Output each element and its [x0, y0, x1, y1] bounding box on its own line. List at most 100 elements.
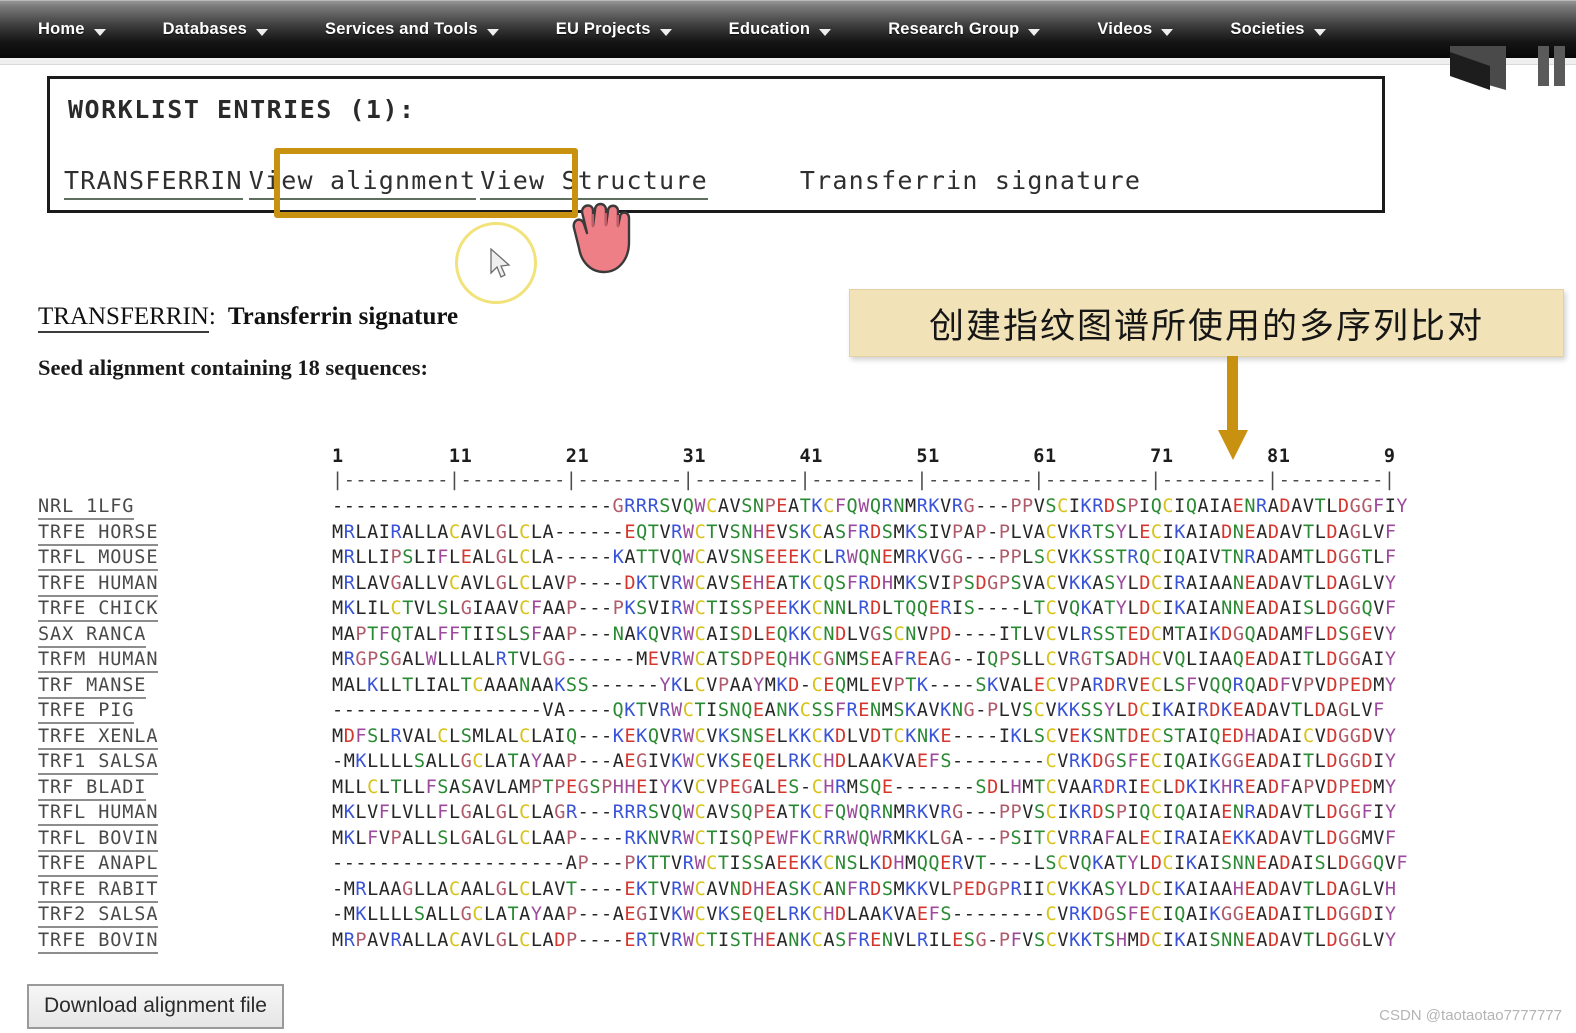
alignment-sequence-residues: MRLAIRALLACAVLGLCLA------EQTVRWCTVSNHEVS… — [332, 521, 1397, 543]
alignment-sequence-name[interactable]: TRFE PIG — [38, 700, 135, 724]
alignment-sequence-name[interactable]: TRFL BOVIN — [38, 828, 159, 852]
alignment-sequence-name[interactable]: TRFE ANAPL — [38, 853, 159, 877]
nav-item-societies[interactable]: Societies — [1230, 20, 1326, 39]
nav-item-research-group[interactable]: Research Group — [888, 19, 1041, 39]
alignment-sequence-residues: -MKLLLLSALLGCLATAYAAP---AEGIVKWCVKSEQELR… — [332, 904, 1397, 925]
worklist-entry-row: TRANSFERRIN View alignment View Structur… — [64, 166, 1141, 200]
alignment-sequence-residues: ------------------VA----QKTVRWCTISNQEANK… — [332, 700, 1385, 721]
alignment-sequence-name[interactable]: TRFE BOVIN — [38, 930, 159, 954]
annotation-callout-text: 创建指纹图谱所使用的多序列比对 — [928, 306, 1484, 347]
nav-item-services-and-tools[interactable]: Services and Tools — [325, 20, 499, 39]
chevron-down-icon — [1161, 28, 1174, 36]
alignment-sequence-name[interactable]: TRF1 SALSA — [38, 751, 159, 775]
nav-item-label: Databases — [162, 19, 248, 38]
alignment-sequence-residues: MLLCLTLLFSASAVLAMPTPEGSPHHEIYKVCVPEGALES… — [332, 776, 1397, 798]
page-title: TRANSFERRIN: Transferrin signature — [38, 303, 459, 333]
chevron-down-icon — [1313, 28, 1326, 36]
alignment-sequence-residues: MRPAVRALLACAVLGLCLADP----ERTVRWCTISTHEAN… — [332, 929, 1397, 951]
alignment-row: TRFE HORSE MRLAIRALLACAVLGLCLA------EQTVR… — [0, 522, 1576, 548]
download-alignment-file-button[interactable]: Download alignment file — [27, 984, 284, 1029]
alignment-row: TRFE ANAPL --------------------AP---PKTTV… — [0, 853, 1576, 879]
alignment-row: TRFM HUMAN MRGPSGALWLLLALRTVLGG------MEVR… — [0, 649, 1576, 675]
mouse-pointer-icon — [490, 248, 511, 278]
alignment-sequence-residues: MDFSLRVALCLSMLALCLAIQ---KEKQVRWCVKSNSELK… — [332, 725, 1397, 747]
alignment-sequence-residues: --------------------AP---PKTTVRWCTISSAEE… — [332, 853, 1409, 874]
alignment-sequence-residues: MRLAVGALLVCAVLGLCLAVP----DKTVRWCAVSEHEAT… — [332, 572, 1397, 594]
nav-item-eu-projects[interactable]: EU Projects — [556, 20, 672, 39]
alignment-sequence-residues: MALKLLTLIALTCAAANAAKSS------YKLCVPAAYMKD… — [332, 674, 1397, 696]
alignment-sequence-name[interactable]: SAX RANCA — [38, 624, 147, 648]
seed-alignment-description: Seed alignment containing 18 sequences: — [38, 355, 429, 380]
link-transferrin[interactable]: TRANSFERRIN — [64, 166, 243, 200]
alignment-row: TRFL BOVIN MKLFVPALLSLGALGLCLAAP----RKNVR… — [0, 828, 1576, 854]
alignment-sequence-residues: MKLFVPALLSLGALGLCLAAP----RKNVRWCTISQPEWF… — [332, 827, 1397, 849]
nav-item-databases[interactable]: Databases — [162, 19, 269, 39]
alignment-sequence-name[interactable]: TRFE CHICK — [38, 598, 159, 622]
nav-item-label: Services and Tools — [325, 19, 478, 38]
alignment-sequence-name[interactable]: NRL 1LFG — [38, 496, 135, 520]
alignment-ruler-numbers: 1 11 21 31 41 51 61 71 81 9 — [332, 446, 1396, 467]
nav-item-label: EU Projects — [555, 19, 651, 38]
nav-item-label: Education — [728, 19, 811, 38]
alignment-sequence-residues: MKLVFLVLLFLGALGLCLAGR---RRRSVQWCAVSQPEAT… — [332, 802, 1397, 823]
nav-item-label: Home — [38, 19, 85, 38]
nav-item-home[interactable]: Home — [38, 20, 106, 39]
watermark-text: CSDN @taotaotao7777777 — [1379, 1007, 1562, 1024]
alignment-sequence-name[interactable]: TRFL MOUSE — [38, 547, 159, 571]
annotation-callout-box: 创建指纹图谱所使用的多序列比对 — [849, 289, 1564, 357]
alignment-sequence-residues: -MKLLLLSALLGCLATAYAAP---AEGIVKWCVKSEQELR… — [332, 751, 1397, 772]
alignment-sequence-name[interactable]: TRFE HUMAN — [38, 573, 159, 597]
nav-item-label: Research Group — [888, 19, 1020, 38]
alignment-row: TRFE PIG ------------------VA----QKTVRWCT… — [0, 700, 1576, 726]
worklist-entries-box: WORKLIST ENTRIES (1): TRANSFERRIN View a… — [47, 76, 1385, 213]
click-ripple-indicator — [455, 222, 537, 304]
alignment-sequence-residues: MKLILCTVLSLGIAAVCFAAP---PKSVIRWCTISSPEEK… — [332, 598, 1397, 619]
alignment-sequence-residues: MAPTFQTALFFTIISLSFAAP---NAKQVRWCAISDLEQK… — [332, 623, 1397, 645]
top-navigation-bar: Home Databases Services and Tools EU Pro… — [0, 0, 1576, 58]
alignment-row: TRF MANSE MALKLLTLIALTCAAANAAKSS------YKL… — [0, 675, 1576, 701]
alignment-sequence-residues: ------------------------GRRRSVQWCAVSNPEA… — [332, 496, 1409, 517]
alignment-row: NRL 1LFG ------------------------GRRRSVQW… — [0, 496, 1576, 522]
link-view-structure[interactable]: View Structure — [480, 166, 708, 200]
entry-title: Transferrin signature — [227, 303, 459, 330]
nav-item-list: Home Databases Services and Tools EU Pro… — [0, 0, 1576, 58]
alignment-sequence-name[interactable]: TRF BLADI — [38, 777, 147, 801]
alignment-sequence-name[interactable]: TRFE HORSE — [38, 522, 159, 546]
alignment-row: TRFE BOVIN MRPAVRALLACAVLGLCLADP----ERTVR… — [0, 930, 1576, 956]
alignment-row: TRFE XENLA MDFSLRVALCLSMLALCLAIQ---KEKQVR… — [0, 726, 1576, 752]
chevron-down-icon — [93, 28, 106, 36]
alignment-ruler-ticks: |---------|---------|---------|---------… — [332, 470, 1396, 491]
alignment-row: TRFE RABIT -MRLAAGLLACAALGLCLAVT----EKTVR… — [0, 879, 1576, 905]
alignment-row-list: NRL 1LFG ------------------------GRRRSVQW… — [0, 496, 1576, 955]
alignment-row: TRF BLADI MLLCLTLLFSASAVLAMPTPEGSPHHEIYKV… — [0, 777, 1576, 803]
chevron-down-icon — [659, 28, 672, 36]
alignment-sequence-name[interactable]: TRF MANSE — [38, 675, 147, 699]
worklist-title: WORKLIST ENTRIES (1): — [68, 95, 416, 124]
alignment-sequence-residues: -MRLAAGLLACAALGLCLAVT----EKTVRWCAVNDHEAS… — [332, 878, 1397, 900]
alignment-row: TRF2 SALSA -MKLLLLSALLGCLATAYAAP---AEGIVK… — [0, 904, 1576, 930]
chevron-down-icon — [1028, 28, 1041, 36]
link-view-alignment[interactable]: View alignment — [248, 166, 477, 200]
alignment-sequence-residues: MRLLIPSLIFLEALGLCLA-----KATTVQWCAVSNSEEE… — [332, 547, 1397, 568]
worklist-signature-label: Transferrin signature — [799, 166, 1142, 195]
alignment-row: SAX RANCA MAPTFQTALFFTIISLSFAAP---NAKQVRW… — [0, 624, 1576, 650]
alignment-sequence-residues: MRGPSGALWLLLALRTVLGG------MEVRWCATSDPEQH… — [332, 649, 1397, 670]
nav-item-videos[interactable]: Videos — [1097, 19, 1174, 39]
entry-code: TRANSFERRIN — [38, 303, 209, 333]
alignment-sequence-name[interactable]: TRFL HUMAN — [38, 802, 159, 826]
alignment-sequence-name[interactable]: TRFE XENLA — [38, 726, 159, 750]
alignment-row: TRFL MOUSE MRLLIPSLIFLEALGLCLA-----KATTVQ… — [0, 547, 1576, 573]
nav-item-label: Videos — [1097, 19, 1153, 38]
chevron-down-icon — [819, 28, 832, 36]
alignment-row: TRFL HUMAN MKLVFLVLLFLGALGLCLAGR---RRRSVQ… — [0, 802, 1576, 828]
alignment-sequence-name[interactable]: TRF2 SALSA — [38, 904, 159, 928]
alignment-row: TRF1 SALSA -MKLLLLSALLGCLATAYAAP---AEGIVK… — [0, 751, 1576, 777]
chevron-down-icon — [486, 28, 499, 36]
nav-item-education[interactable]: Education — [729, 20, 832, 39]
alignment-row: TRFE HUMAN MRLAVGALLVCAVLGLCLAVP----DKTVR… — [0, 573, 1576, 599]
nav-bottom-edge — [0, 58, 1576, 65]
alignment-sequence-name[interactable]: TRFE RABIT — [38, 879, 159, 903]
chevron-down-icon — [256, 28, 269, 36]
alignment-row: TRFE CHICK MKLILCTVLSLGIAAVCFAAP---PKSVIR… — [0, 598, 1576, 624]
alignment-sequence-name[interactable]: TRFM HUMAN — [38, 649, 159, 673]
